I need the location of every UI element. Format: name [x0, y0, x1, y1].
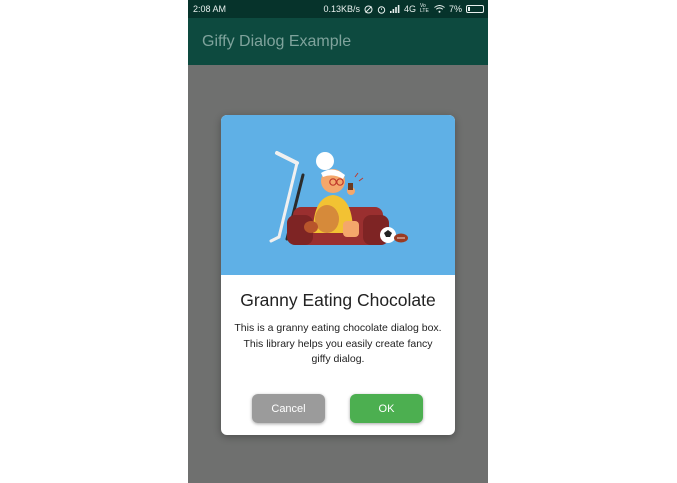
- volte-label: Vo LTE: [419, 3, 429, 14]
- signal-icon: [389, 5, 400, 13]
- network-type: 4G: [403, 4, 416, 14]
- cancel-button[interactable]: Cancel: [252, 394, 325, 423]
- giffy-dialog: Granny Eating Chocolate This is a granny…: [221, 115, 455, 435]
- app-title: Giffy Dialog Example: [202, 32, 352, 50]
- network-speed: 0.13KB/s: [323, 4, 360, 14]
- dialog-title: Granny Eating Chocolate: [240, 290, 436, 310]
- app-bar: Giffy Dialog Example: [188, 18, 488, 65]
- dialog-gif-image: [221, 115, 455, 275]
- status-bar: 2:08 AM 0.13KB/s 4G Vo LTE 7%: [188, 0, 488, 18]
- phone-screen: 2:08 AM 0.13KB/s 4G Vo LTE 7% Giffy Dial…: [188, 0, 488, 483]
- battery-icon: [466, 5, 484, 13]
- granny-illustration: [269, 151, 408, 245]
- battery-percent: 7%: [448, 4, 462, 14]
- status-time: 2:08 AM: [193, 4, 227, 14]
- dialog-message: This is a granny eating chocolate dialog…: [234, 322, 442, 365]
- wifi-icon: [434, 5, 445, 13]
- data-saver-icon: [364, 5, 373, 14]
- status-icons: 0.13KB/s 4G Vo LTE 7%: [323, 4, 484, 14]
- alarm-icon: [377, 5, 386, 14]
- ok-button[interactable]: OK: [350, 394, 423, 423]
